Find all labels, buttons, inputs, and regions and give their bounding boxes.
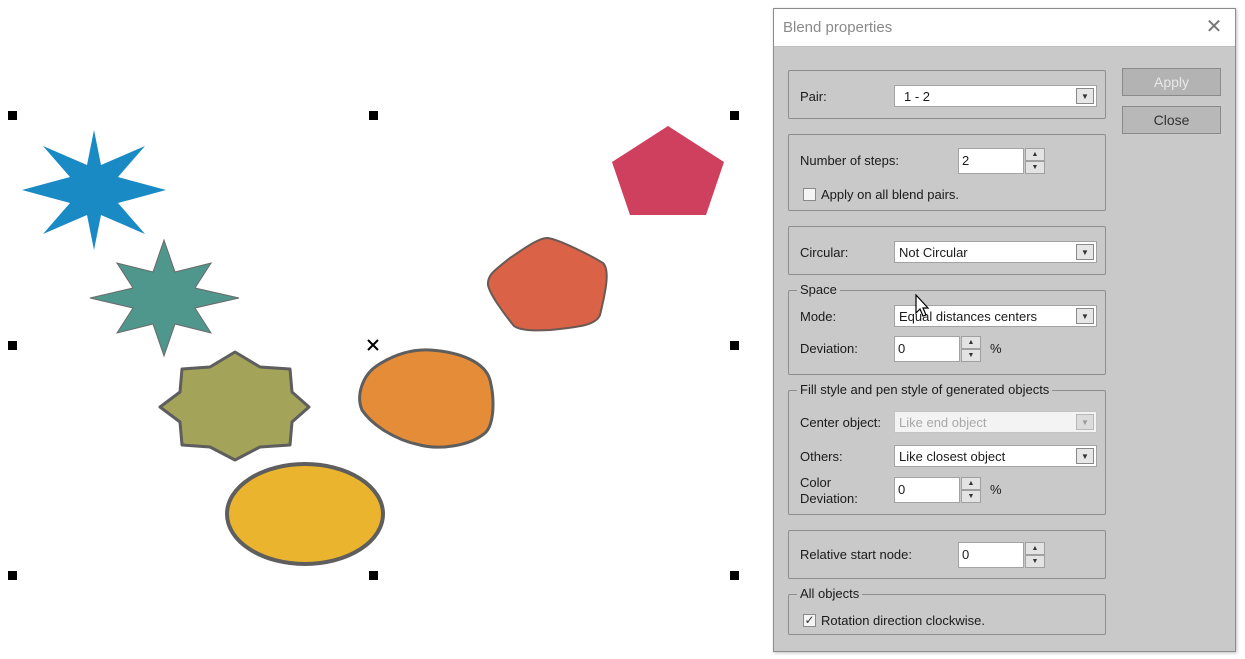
steps-group: Number of steps: 2 ▲ ▼ Apply on all blen… <box>788 134 1106 211</box>
apply-all-pairs-label[interactable]: Apply on all blend pairs. <box>821 187 959 202</box>
others-value: Like closest object <box>899 449 1006 464</box>
chevron-down-icon[interactable]: ▼ <box>1076 448 1094 464</box>
chevron-down-icon[interactable]: ▼ <box>1076 308 1094 324</box>
start-node-input[interactable]: 0 <box>958 542 1024 568</box>
start-node-down-arrow-icon[interactable]: ▼ <box>1025 555 1045 568</box>
selection-handle-bottom-left[interactable] <box>8 571 17 580</box>
space-group: Space Mode: Equal distances centers ▼ De… <box>788 282 1106 375</box>
color-deviation-value: 0 <box>898 482 906 497</box>
center-object-label: Center object: <box>800 415 881 430</box>
deviation-unit: % <box>990 341 1002 356</box>
close-icon[interactable]: ✕ <box>1201 15 1227 39</box>
start-node-group: Relative start node: 0 ▲ ▼ <box>788 530 1106 579</box>
selection-handle-bottom-center[interactable] <box>369 571 378 580</box>
pair-label: Pair: <box>800 89 827 104</box>
start-node-label: Relative start node: <box>800 547 913 562</box>
pair-group: Pair: 1 - 2 ▼ <box>788 70 1106 119</box>
chevron-down-icon[interactable]: ▼ <box>1076 244 1094 260</box>
color-deviation-spinner[interactable]: 0 ▲ ▼ <box>894 477 982 503</box>
close-button[interactable]: Close <box>1122 106 1221 134</box>
crimson-pentagon-shape[interactable] <box>612 126 724 215</box>
steps-up-arrow-icon[interactable]: ▲ <box>1025 148 1045 161</box>
mode-label: Mode: <box>800 309 837 324</box>
selection-handle-bottom-right[interactable] <box>730 571 739 580</box>
center-object-value: Like end object <box>899 415 987 430</box>
olive-star-shape[interactable] <box>158 350 311 462</box>
deviation-down-arrow-icon[interactable]: ▼ <box>961 349 981 362</box>
fill-style-group: Fill style and pen style of generated ob… <box>788 382 1106 515</box>
color-deviation-label-line2: Deviation: <box>800 491 858 506</box>
dialog-titlebar[interactable]: Blend properties ✕ <box>774 9 1235 47</box>
fill-style-legend: Fill style and pen style of generated ob… <box>797 382 1053 397</box>
dialog-title: Blend properties <box>783 19 893 36</box>
selection-handle-middle-left[interactable] <box>8 341 17 350</box>
circular-value: Not Circular <box>899 245 968 260</box>
blue-star-shape[interactable] <box>22 130 166 250</box>
red-orange-pentagon-shape[interactable] <box>486 236 608 332</box>
selection-handle-top-left[interactable] <box>8 111 17 120</box>
color-deviation-up-arrow-icon[interactable]: ▲ <box>961 477 981 490</box>
circular-label: Circular: <box>800 245 849 260</box>
chevron-down-icon[interactable]: ▼ <box>1076 414 1094 430</box>
apply-all-pairs-checkbox[interactable] <box>803 188 816 201</box>
mouse-pointer-icon <box>915 294 930 317</box>
others-select[interactable]: Like closest object ▼ <box>894 445 1097 467</box>
deviation-spinner[interactable]: 0 ▲ ▼ <box>894 336 982 362</box>
color-deviation-down-arrow-icon[interactable]: ▼ <box>961 490 981 503</box>
deviation-value: 0 <box>898 341 906 356</box>
deviation-input[interactable]: 0 <box>894 336 960 362</box>
steps-value: 2 <box>962 153 970 168</box>
blend-properties-dialog: Blend properties ✕ Apply Close Pair: 1 -… <box>773 8 1236 652</box>
selection-handle-top-center[interactable] <box>369 111 378 120</box>
selection-handle-middle-right[interactable] <box>730 341 739 350</box>
start-node-up-arrow-icon[interactable]: ▲ <box>1025 542 1045 555</box>
center-object-select[interactable]: Like end object ▼ <box>894 411 1097 433</box>
pair-select[interactable]: 1 - 2 ▼ <box>894 85 1097 107</box>
canvas-drawing <box>22 126 724 566</box>
start-node-value: 0 <box>962 547 970 562</box>
center-cross-icon <box>367 339 379 351</box>
start-node-spinner[interactable]: 0 ▲ ▼ <box>958 542 1046 568</box>
rotation-clockwise-checkbox[interactable]: ✓ <box>803 614 816 627</box>
color-deviation-input[interactable]: 0 <box>894 477 960 503</box>
circular-group: Circular: Not Circular ▼ <box>788 226 1106 275</box>
others-label: Others: <box>800 449 843 464</box>
deviation-up-arrow-icon[interactable]: ▲ <box>961 336 981 349</box>
deviation-label: Deviation: <box>800 341 858 356</box>
all-objects-legend: All objects <box>797 586 863 601</box>
rotation-clockwise-label[interactable]: Rotation direction clockwise. <box>821 613 985 628</box>
color-deviation-label-line1: Color <box>800 475 832 490</box>
teal-star-shape[interactable] <box>89 238 240 358</box>
apply-button[interactable]: Apply <box>1122 68 1221 96</box>
steps-down-arrow-icon[interactable]: ▼ <box>1025 161 1045 174</box>
orange-blob-shape[interactable] <box>358 348 495 449</box>
all-objects-group: All objects ✓ Rotation direction clockwi… <box>788 586 1106 635</box>
chevron-down-icon[interactable]: ▼ <box>1076 88 1094 104</box>
pair-value: 1 - 2 <box>904 89 931 104</box>
yellow-ellipse-shape[interactable] <box>225 462 385 566</box>
steps-spinner[interactable]: 2 ▲ ▼ <box>958 148 1046 174</box>
circular-select[interactable]: Not Circular ▼ <box>894 241 1097 263</box>
selection-handle-top-right[interactable] <box>730 111 739 120</box>
space-legend: Space <box>797 282 840 297</box>
steps-input[interactable]: 2 <box>958 148 1024 174</box>
color-deviation-unit: % <box>990 482 1002 497</box>
drawing-canvas[interactable] <box>0 0 770 659</box>
steps-label: Number of steps: <box>800 153 899 168</box>
